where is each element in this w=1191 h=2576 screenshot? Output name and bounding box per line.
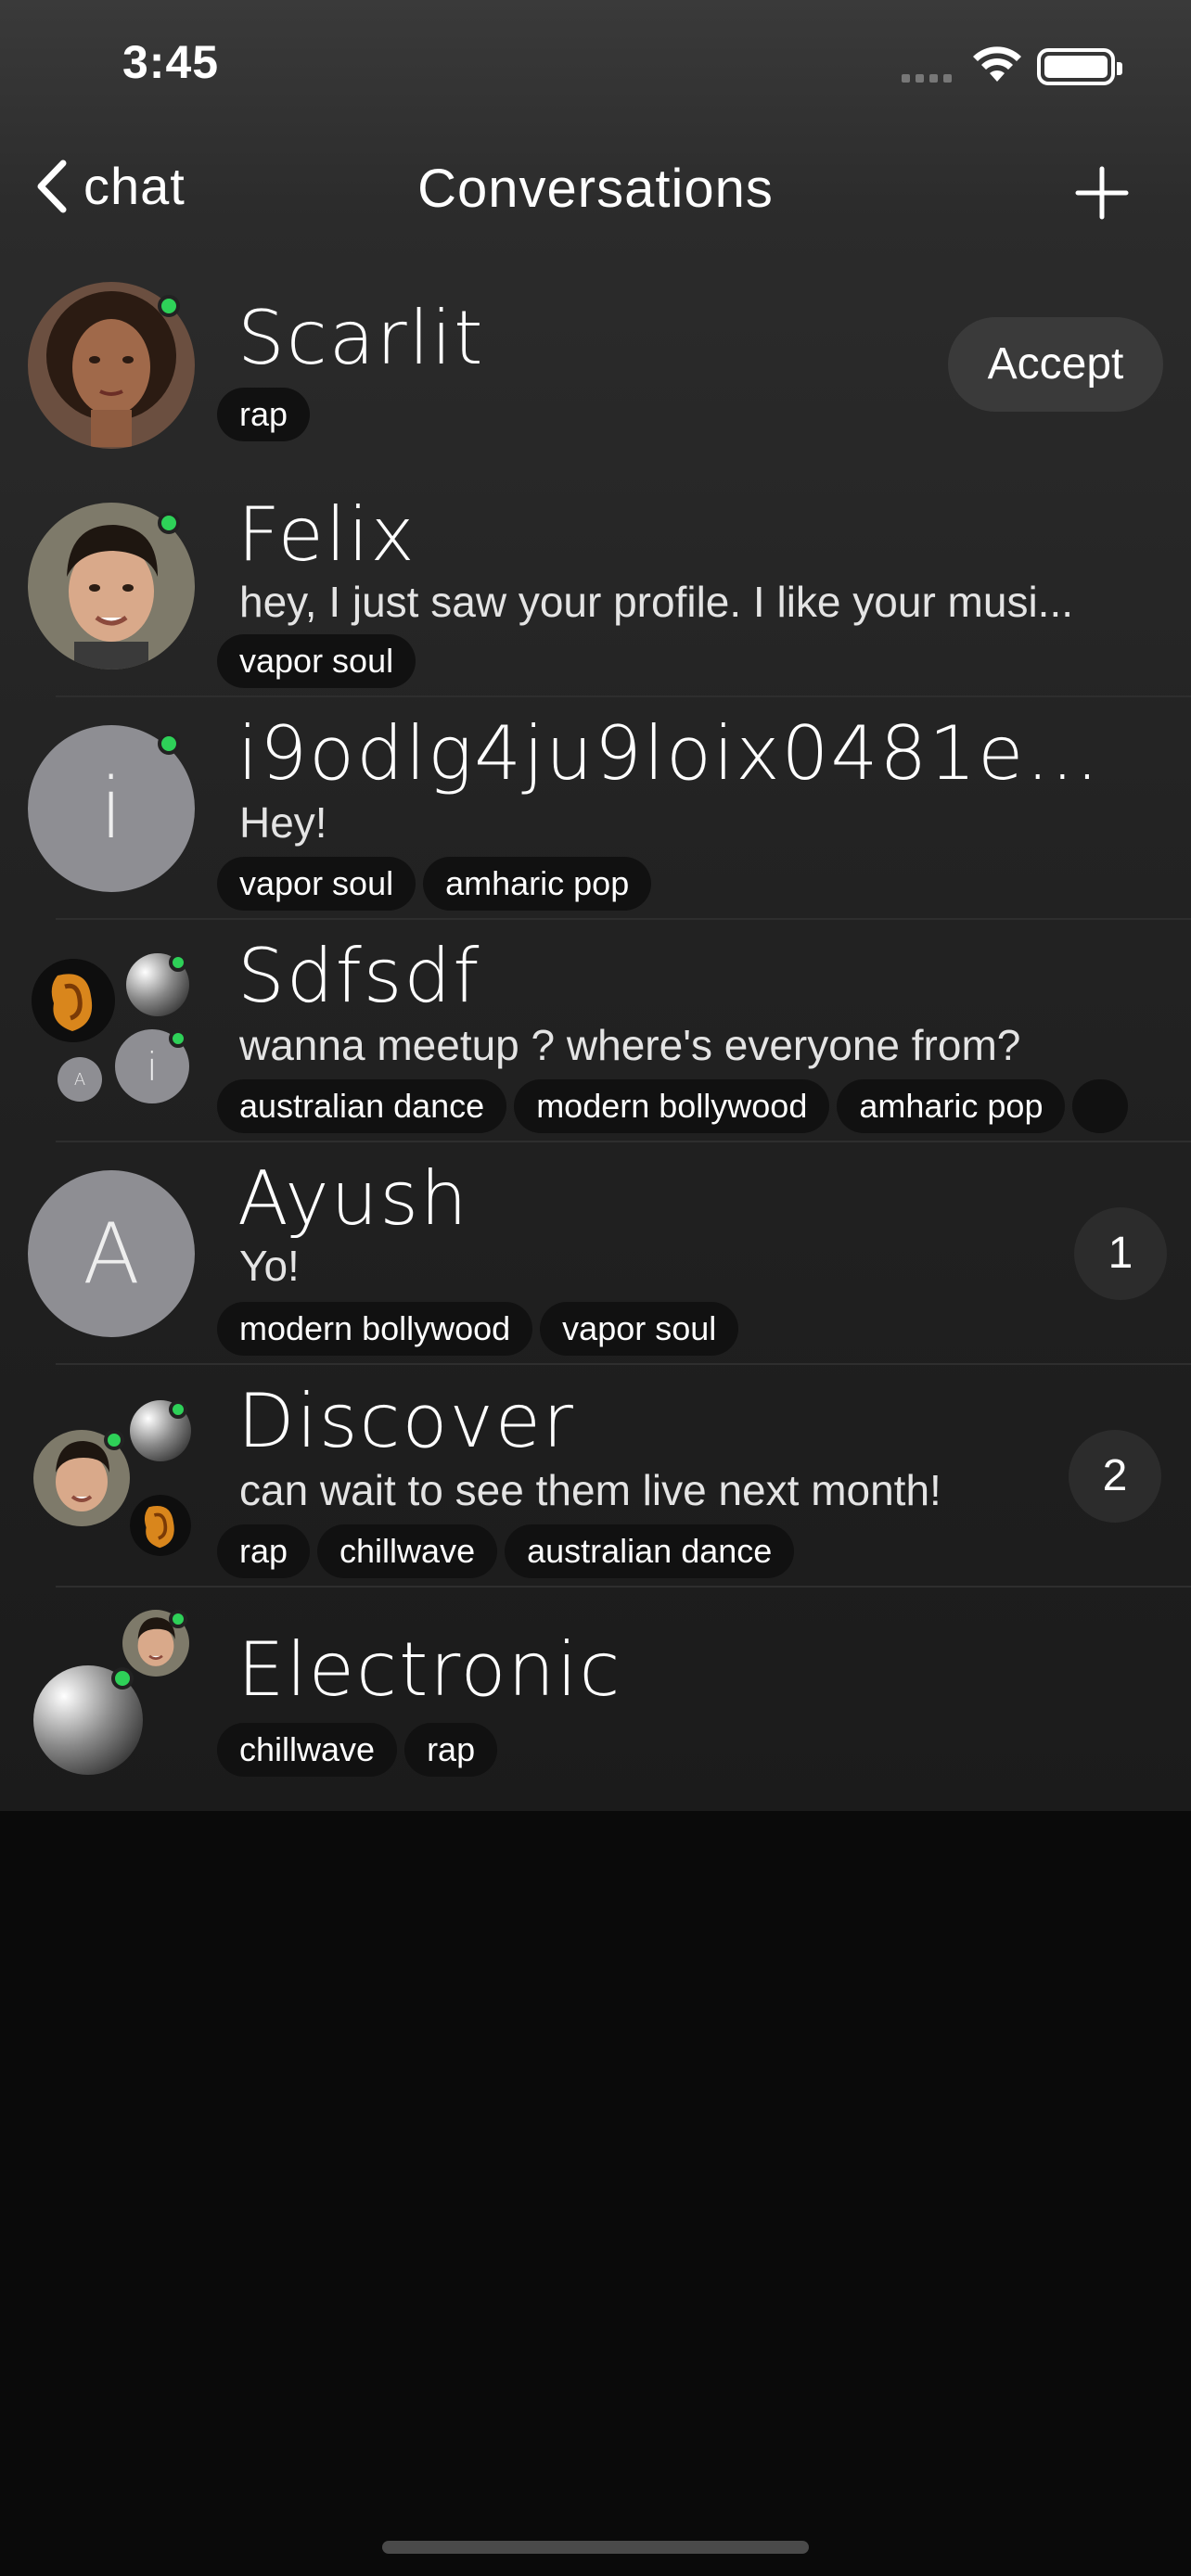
online-indicator xyxy=(169,1400,187,1419)
group-member-avatar xyxy=(32,959,115,1042)
genre-tags: vapor soul xyxy=(217,634,416,688)
conversation-row-electronic[interactable]: Electronic chillwave rap xyxy=(0,1588,1191,1810)
conversations-screen: 3:45 chat Conversations Scarlit rap Acce… xyxy=(0,0,1191,2576)
genre-tag: amharic pop xyxy=(423,857,652,911)
conversation-name: Felix xyxy=(237,491,416,578)
conversation-row-felix[interactable]: Felix hey, I just saw your profile. I li… xyxy=(0,475,1191,697)
conversations-panel: 3:45 chat Conversations Scarlit rap Acce… xyxy=(0,0,1191,1811)
genre-tag: modern bollywood xyxy=(514,1079,830,1133)
online-indicator xyxy=(158,295,180,317)
group-member-avatar xyxy=(130,1495,191,1556)
conversation-name: Discover xyxy=(237,1378,575,1464)
online-indicator xyxy=(158,512,180,534)
avatar: A xyxy=(28,1170,195,1337)
wifi-icon xyxy=(973,46,1021,82)
genre-tag: modern bollywood xyxy=(217,1302,533,1356)
genre-tag: rap xyxy=(217,388,311,441)
message-preview: hey, I just saw your profile. I like you… xyxy=(239,578,1074,626)
genre-tag xyxy=(1072,1079,1129,1133)
conversation-name: Ayush xyxy=(237,1155,469,1242)
conversation-row-i9odlg[interactable]: i i9odlg4ju9loix0481ec8... Hey! vapor so… xyxy=(0,697,1191,920)
page-title: Conversations xyxy=(417,159,774,219)
genre-tag: vapor soul xyxy=(217,857,416,911)
conversation-name: i9odlg4ju9loix0481ec8... xyxy=(237,710,1128,797)
message-preview: Hey! xyxy=(239,798,327,847)
conversation-name: Electronic xyxy=(237,1626,622,1713)
home-indicator[interactable] xyxy=(382,2541,809,2554)
conversation-row-scarlit[interactable]: Scarlit rap Accept xyxy=(0,252,1191,475)
genre-tag: vapor soul xyxy=(540,1302,739,1356)
battery-icon xyxy=(1037,48,1122,85)
conversation-row-discover[interactable]: Discover can wait to see them live next … xyxy=(0,1365,1191,1588)
message-preview: Yo! xyxy=(239,1242,300,1290)
genre-tags: vapor soul amharic pop xyxy=(217,857,652,911)
genre-tag: vapor soul xyxy=(217,634,416,688)
online-indicator xyxy=(158,733,180,755)
online-indicator xyxy=(104,1430,124,1450)
online-indicator xyxy=(169,953,187,972)
genre-tags: chillwave rap xyxy=(217,1723,498,1777)
conversation-name: Sdfsdf xyxy=(237,933,481,1019)
online-indicator xyxy=(111,1667,134,1690)
group-member-avatar: A xyxy=(58,1057,102,1102)
status-time: 3:45 xyxy=(122,36,220,88)
unread-badge[interactable]: 2 xyxy=(1069,1430,1161,1523)
online-indicator xyxy=(169,1029,187,1048)
add-conversation-button[interactable] xyxy=(1072,163,1132,223)
conversation-row-ayush[interactable]: A Ayush Yo! modern bollywood vapor soul … xyxy=(0,1142,1191,1365)
message-preview: can wait to see them live next month! xyxy=(239,1466,941,1514)
genre-tag: amharic pop xyxy=(837,1079,1066,1133)
genre-tag: rap xyxy=(404,1723,498,1777)
genre-tags: australian dance modern bollywood amhari… xyxy=(217,1079,1129,1133)
genre-tag: australian dance xyxy=(217,1079,507,1133)
genre-tags: modern bollywood vapor soul xyxy=(217,1302,739,1356)
genre-tags: rap chillwave australian dance xyxy=(217,1524,795,1578)
message-preview: wanna meetup ? where's everyone from? xyxy=(239,1021,1021,1069)
genre-tags: rap xyxy=(217,388,311,441)
online-indicator xyxy=(169,1610,187,1628)
conversation-row-sdfsdf[interactable]: i A Sdfsdf wanna meetup ? where's everyo… xyxy=(0,920,1191,1142)
accept-button[interactable]: Accept xyxy=(948,317,1163,412)
genre-tag: rap xyxy=(217,1524,311,1578)
unread-badge[interactable]: 1 xyxy=(1074,1207,1167,1300)
genre-tag: chillwave xyxy=(317,1524,498,1578)
conversation-name: Scarlit xyxy=(237,295,485,381)
genre-tag: australian dance xyxy=(505,1524,795,1578)
cellular-signal-icon xyxy=(902,74,952,83)
genre-tag: chillwave xyxy=(217,1723,398,1777)
